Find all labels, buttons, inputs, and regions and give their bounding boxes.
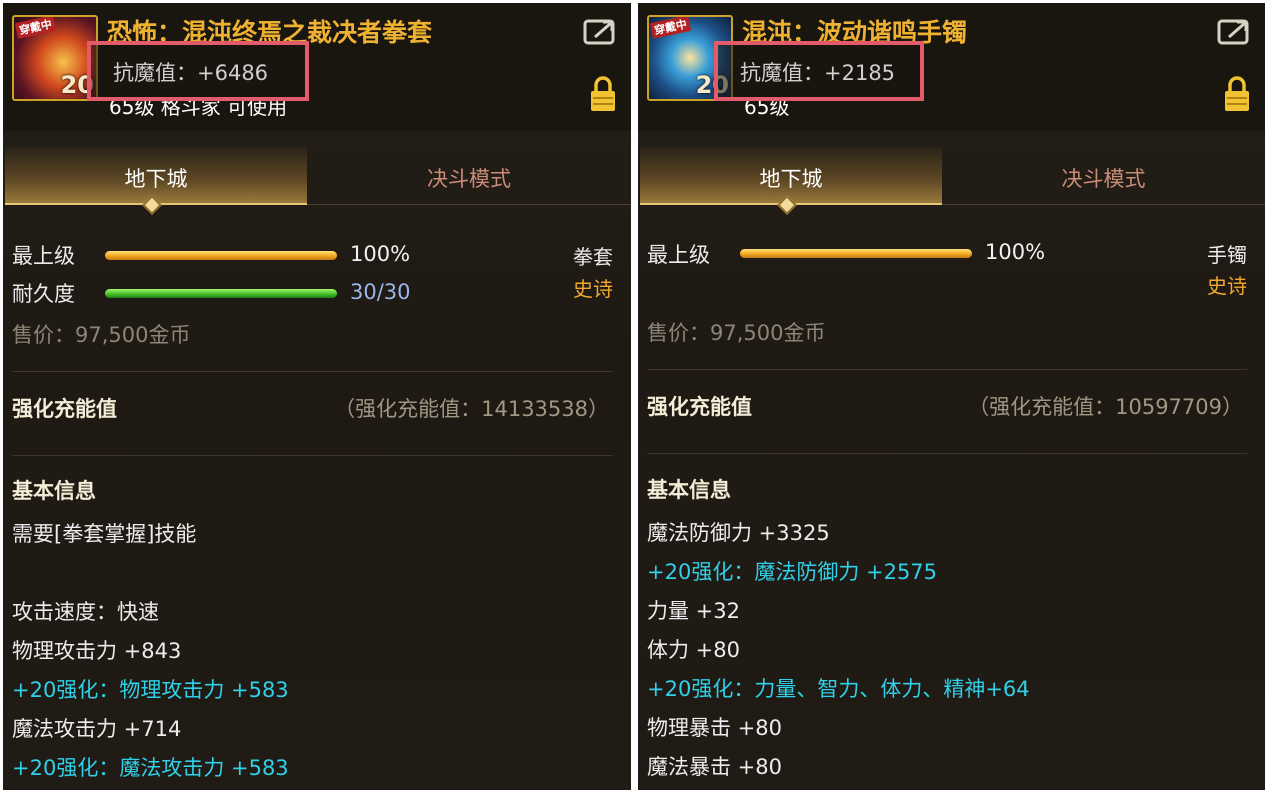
info-line: +20强化：物理攻击力 +583 (12, 678, 289, 702)
info-line: 攻击速度：快速 (12, 600, 159, 624)
info-line: 物理攻击力 +843 (12, 639, 182, 663)
tab-dungeon[interactable]: 地下城 (640, 147, 942, 215)
item-type: 拳套 (573, 245, 613, 269)
basic-info-title: 基本信息 (12, 479, 96, 503)
rarity-label: 史诗 (573, 277, 613, 301)
tab-dungeon[interactable]: 地下城 (5, 147, 307, 215)
top-grade-bar-fill (105, 251, 337, 260)
info-line: +20强化：魔法防御力 +2575 (647, 560, 938, 584)
charge-title: 强化充能值 (12, 397, 117, 421)
tab-pvp-label: 决斗模式 (427, 167, 511, 191)
top-grade-bar (740, 249, 972, 258)
durability-label: 耐久度 (12, 282, 75, 306)
anti-magic-value: 抗魔值：+6486 (113, 61, 269, 85)
item-tooltip-gauntlet: 穿戴中 20 恐怖：混沌终焉之裁决者拳套 65级 格斗家 可使用 抗魔值：+64… (3, 3, 631, 790)
rarity-label: 史诗 (1207, 274, 1247, 298)
equipped-tag: 穿戴中 (649, 17, 692, 39)
active-tab-indicator (777, 195, 797, 215)
anti-magic-highlight: 抗魔值：+2185 (714, 41, 924, 101)
info-line: +20强化：力量、智力、体力、精神+64 (647, 677, 1030, 701)
tab-dungeon-label: 地下城 (759, 167, 823, 191)
info-line: 物理暴击 +80 (647, 716, 782, 740)
divider (12, 455, 613, 456)
equipped-tag: 穿戴中 (14, 17, 57, 39)
tab-pvp[interactable]: 决斗模式 (307, 147, 631, 205)
lock-icon[interactable] (589, 75, 617, 113)
divider (647, 453, 1247, 454)
info-line: 需要[拳套掌握]技能 (12, 522, 197, 546)
tab-pvp-label: 决斗模式 (1061, 167, 1146, 191)
lock-icon[interactable] (1223, 75, 1251, 113)
info-line: +20强化：魔法攻击力 +583 (12, 756, 289, 780)
info-line: 魔法攻击力 +714 (12, 717, 182, 741)
share-icon[interactable] (1217, 17, 1253, 47)
sell-price: 售价：97,500金币 (12, 323, 191, 347)
tooltip-header: 穿戴中 20 混沌：波动谐鸣手镯 65级 抗魔值：+2185 (638, 3, 1265, 131)
anti-magic-highlight: 抗魔值：+6486 (87, 41, 309, 101)
active-tab-indicator (142, 195, 162, 215)
item-tooltip-bracelet: 穿戴中 20 混沌：波动谐鸣手镯 65级 抗魔值：+2185 地下城 决斗模式 … (638, 3, 1265, 790)
anti-magic-value: 抗魔值：+2185 (740, 61, 896, 85)
top-grade-bar (105, 251, 337, 260)
top-grade-value: 100% (350, 242, 411, 266)
sell-price: 售价：97,500金币 (647, 321, 826, 345)
item-type: 手镯 (1207, 243, 1247, 267)
info-line: 魔法防御力 +3325 (647, 521, 830, 545)
top-grade-bar-fill (740, 249, 972, 258)
durability-bar-fill (105, 289, 337, 298)
share-icon[interactable] (583, 17, 619, 47)
info-line: 体力 +80 (647, 638, 740, 662)
item-icon-gauntlet[interactable]: 穿戴中 20 (12, 15, 98, 101)
charge-value: （强化充能值：10597709） (968, 395, 1243, 419)
tooltip-header: 穿戴中 20 恐怖：混沌终焉之裁决者拳套 65级 格斗家 可使用 抗魔值：+64… (3, 3, 631, 131)
durability-value: 30/30 (350, 280, 411, 304)
tab-dungeon-label: 地下城 (124, 167, 188, 191)
durability-bar (105, 289, 337, 298)
tab-pvp[interactable]: 决斗模式 (942, 147, 1265, 205)
mode-tabs: 地下城 决斗模式 (638, 147, 1265, 215)
charge-title: 强化充能值 (647, 395, 752, 419)
top-grade-label: 最上级 (647, 243, 710, 267)
info-line: 魔法暴击 +80 (647, 755, 782, 779)
divider (12, 371, 613, 372)
info-line: 力量 +32 (647, 599, 740, 623)
top-grade-label: 最上级 (12, 244, 75, 268)
divider (647, 369, 1247, 370)
basic-info-title: 基本信息 (647, 478, 731, 502)
top-grade-value: 100% (985, 240, 1046, 264)
charge-value: （强化充能值：14133538） (334, 397, 609, 421)
mode-tabs: 地下城 决斗模式 (3, 147, 631, 215)
